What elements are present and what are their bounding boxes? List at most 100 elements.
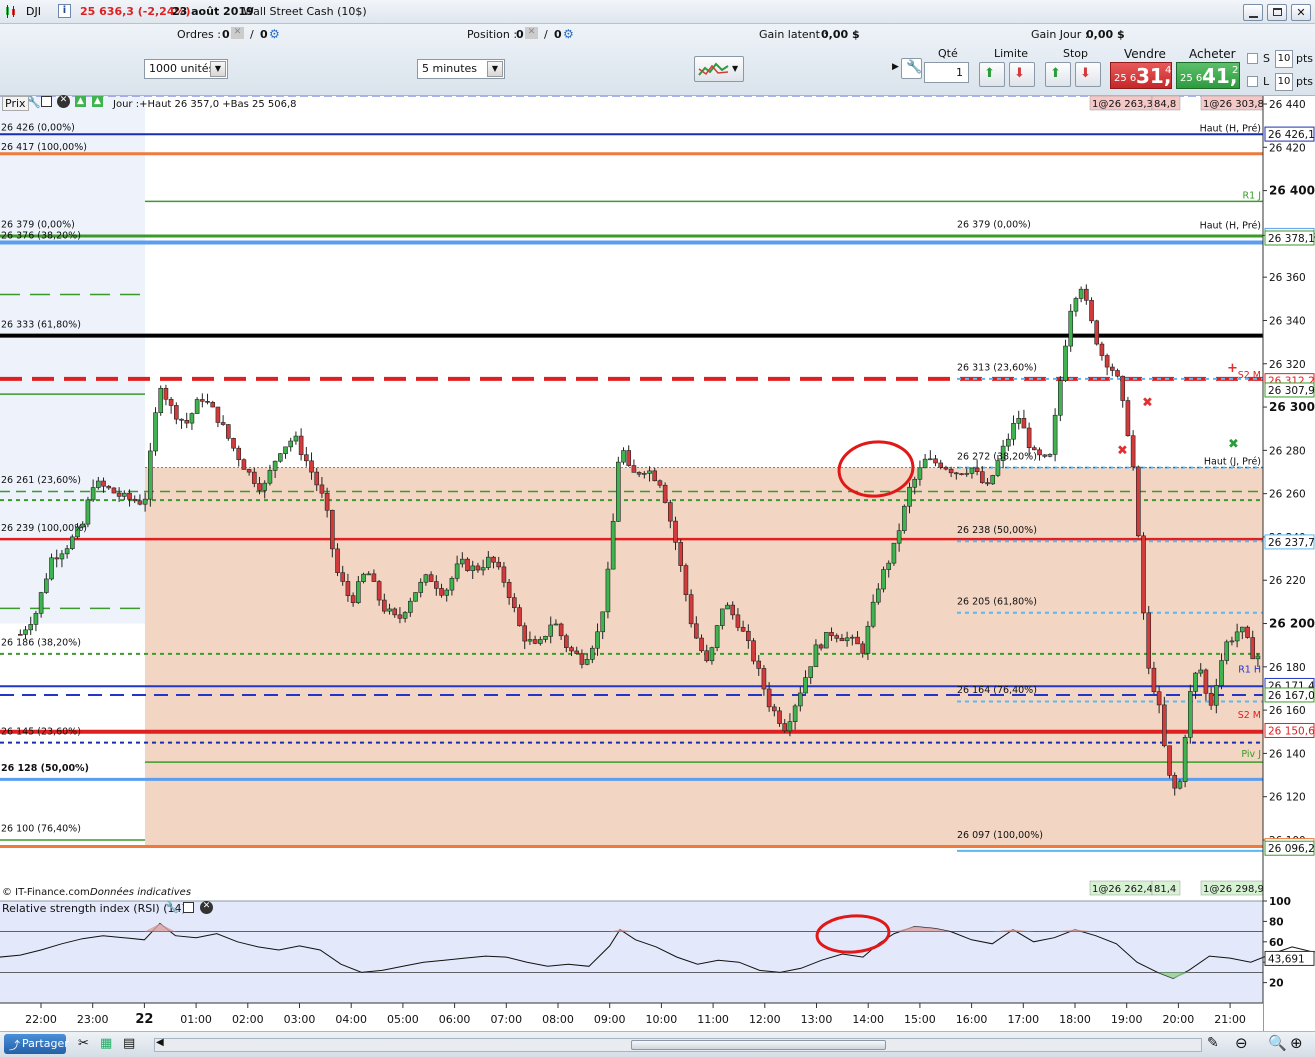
indicator-chart-icon <box>698 62 729 76</box>
candle-body <box>938 462 944 468</box>
indicator-button[interactable]: ▼ <box>694 56 744 82</box>
candle-body <box>444 589 450 596</box>
share-label: Partager <box>22 1037 69 1050</box>
candle-body <box>1141 535 1146 614</box>
position-settings-icon[interactable]: ⚙ <box>563 27 574 41</box>
rsi-y-tick-label: 60 <box>1269 937 1284 949</box>
rsi-current-value: 43,691 <box>1268 953 1305 965</box>
arrow-up-icon[interactable]: ▲ <box>75 96 86 107</box>
stop-sell-button[interactable]: ⬇ <box>1075 62 1101 87</box>
candle-body <box>423 574 429 583</box>
scroll-left-icon[interactable]: ◀ <box>156 1037 164 1048</box>
candle-body <box>59 553 65 560</box>
rsi-y-tick-label: 100 <box>1269 896 1291 908</box>
instrument-label: Wall Street Cash (10$) <box>243 5 367 18</box>
candle-body <box>704 650 710 662</box>
horizontal-scrollbar[interactable]: ◀ <box>154 1037 1202 1052</box>
panel-arrow-icon[interactable]: ▶ <box>892 62 899 72</box>
candle-body <box>678 542 684 566</box>
limit-points-input[interactable]: 10 <box>1275 73 1293 91</box>
candle-body <box>720 608 725 626</box>
x-tick-label: 01:00 <box>180 1013 212 1026</box>
candle-body <box>917 467 923 480</box>
minimize-button[interactable] <box>1243 4 1263 21</box>
candle-body <box>647 470 652 474</box>
candle-body <box>371 573 377 582</box>
candle-body <box>876 588 881 603</box>
position-cancel-icon[interactable]: ✕ <box>525 27 538 39</box>
limit-buy-button[interactable]: ⬆ <box>979 62 1005 87</box>
wrench-icon[interactable]: 🔧 <box>27 96 41 109</box>
y-tick-label: 26 180 <box>1269 662 1306 674</box>
quantity-select[interactable]: 1000 unités ▼ <box>144 59 228 79</box>
tools-icon[interactable]: ✂ <box>78 1036 89 1051</box>
orders-settings-icon[interactable]: ⚙ <box>269 27 280 41</box>
candle-body <box>948 468 954 474</box>
wrench-icon[interactable]: 🔧 <box>165 901 179 914</box>
y-tick-label: 26 120 <box>1269 792 1306 804</box>
orders-cancel-icon[interactable]: ✕ <box>231 27 244 39</box>
order-badge: 1@26 303,8 <box>1203 99 1264 110</box>
orders-label: Ordres : <box>177 28 221 41</box>
zoom-in-icon[interactable]: ⊕ <box>1290 1034 1303 1052</box>
candle-body <box>439 588 444 596</box>
limit-checkbox[interactable] <box>1247 76 1258 87</box>
close-icon[interactable]: ✕ <box>200 901 213 914</box>
y-tick-label: 26 400 <box>1269 184 1315 198</box>
window-icon[interactable] <box>183 902 194 913</box>
fib-label-left: 26 333 (61,80%) <box>1 319 81 330</box>
position-label: Position : <box>467 28 518 41</box>
candle-body <box>621 450 626 463</box>
stop-buy-button[interactable]: ⬆ <box>1045 62 1071 87</box>
candle-chart-icon <box>6 5 15 18</box>
close-icon[interactable]: ✕ <box>57 95 70 108</box>
candle-body <box>470 565 476 571</box>
stop-checkbox[interactable] <box>1247 53 1258 64</box>
candle-body <box>174 405 179 420</box>
price-chart[interactable]: 26 426 (0,00%) 26 417 (100,00%) 26 379 (0,… <box>0 96 1315 1031</box>
arrow-up-icon[interactable]: ▲ <box>92 96 103 107</box>
candle-body <box>616 461 621 522</box>
candle-body <box>668 502 673 522</box>
scrollbar-thumb[interactable] <box>631 1040 886 1050</box>
period-select[interactable]: 5 minutes ▼ <box>417 59 505 79</box>
window-icon[interactable] <box>41 96 52 107</box>
candle-body <box>210 402 216 408</box>
x-tick-label: 07:00 <box>490 1013 522 1026</box>
candle-body <box>855 636 860 645</box>
candle-body <box>569 647 574 652</box>
candle-body <box>501 566 507 583</box>
limit-sell-button[interactable]: ⬇ <box>1009 62 1035 87</box>
share-button[interactable]: ⤴ Partager <box>4 1034 69 1054</box>
candle-body <box>1042 454 1048 457</box>
pin-icon[interactable]: ✎ <box>1207 1035 1219 1051</box>
wrench-button[interactable]: 🔧 <box>901 58 922 79</box>
x-tick-label: 13:00 <box>801 1013 833 1026</box>
buy-button[interactable]: 25 6 41, 2 <box>1176 62 1240 89</box>
candle-body <box>148 450 153 500</box>
candle-body <box>1078 288 1084 299</box>
info-icon[interactable]: i <box>58 4 71 18</box>
print-icon[interactable]: ▤ <box>123 1036 135 1051</box>
candle-body <box>995 460 1001 476</box>
candle-body <box>1047 454 1053 457</box>
spreadsheet-icon[interactable]: ▦ <box>100 1036 112 1051</box>
maximize-button[interactable] <box>1267 4 1287 21</box>
candle-body <box>714 625 720 648</box>
candle-body <box>454 563 460 579</box>
stop-points-input[interactable]: 10 <box>1275 50 1293 68</box>
limit-sell-icon: ⬇ <box>1014 66 1025 81</box>
zoom-icon[interactable]: 🔍 <box>1268 1034 1287 1052</box>
candle-body <box>392 608 398 616</box>
level-label-right: S2 M <box>1238 710 1261 721</box>
rsi-panel-header: Relative strength index (RSI) (14) 🔧 ✕ <box>0 901 1263 917</box>
candle-body <box>522 625 528 642</box>
x-tick-label: 20:00 <box>1163 1013 1195 1026</box>
zoom-out-icon[interactable]: ⊖ <box>1235 1034 1248 1052</box>
x-tick-label: 14:00 <box>852 1013 884 1026</box>
qty-label: Qté <box>938 47 958 60</box>
sell-button[interactable]: 25 6 31, 4 <box>1110 62 1172 89</box>
close-button[interactable]: ✕ <box>1291 4 1311 21</box>
x-tick-label: 18:00 <box>1059 1013 1091 1026</box>
qty-input[interactable]: 1 <box>924 62 969 83</box>
